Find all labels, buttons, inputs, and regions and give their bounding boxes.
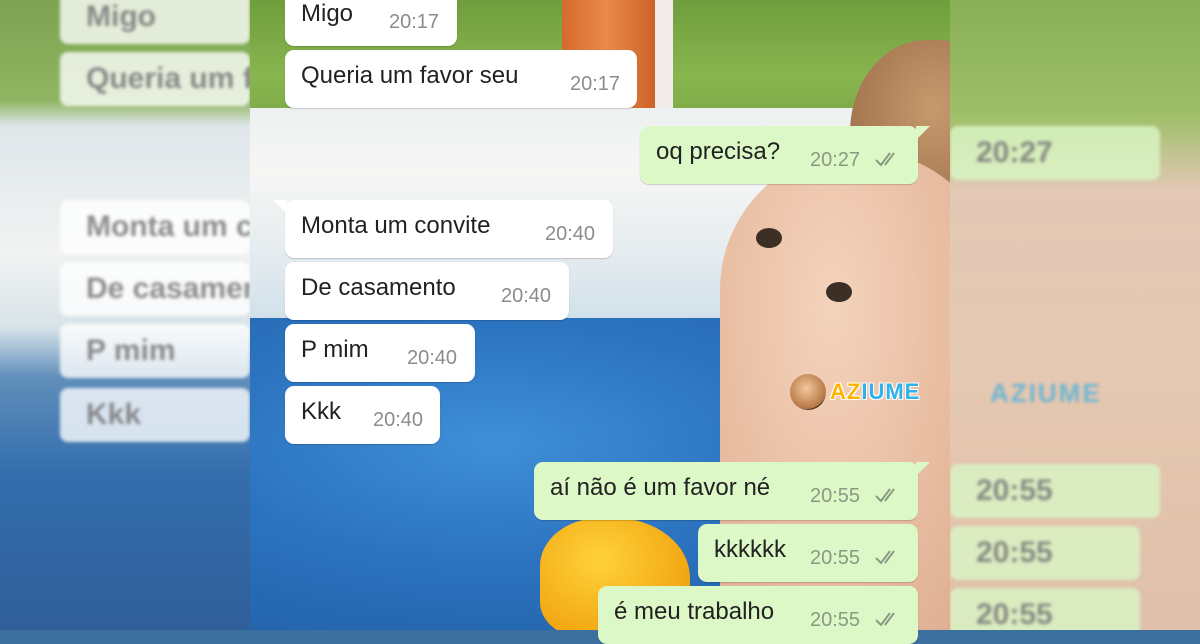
ghost-bubble: Queria um favor seu xyxy=(60,52,250,106)
message-bubble-outgoing[interactable]: oq precisa? 20:27 xyxy=(640,126,930,184)
message-text: aí não é um favor né xyxy=(550,474,771,501)
watermark-prefix: AZ xyxy=(830,379,862,404)
message-text: é meu trabalho xyxy=(614,598,775,625)
azium-watermark: AZIUME xyxy=(790,372,920,412)
ghost-bubble: Migo xyxy=(60,0,250,44)
read-ticks-icon xyxy=(875,550,895,565)
message-text: oq precisa? xyxy=(656,138,781,165)
message-time: 20:40 xyxy=(373,409,424,431)
baby-eye xyxy=(826,282,852,302)
message-bubble-incoming[interactable]: Queria um favor seu 20:17 xyxy=(285,50,637,108)
message-bubble-outgoing[interactable]: aí não é um favor né 20:55 xyxy=(534,462,930,520)
message-bubble-incoming[interactable]: Kkk 20:40 xyxy=(285,386,440,444)
message-text: Migo xyxy=(301,0,354,27)
message-text: Queria um favor seu xyxy=(301,62,519,89)
read-ticks-icon xyxy=(875,152,895,167)
message-bubble-incoming[interactable]: De casamento 20:40 xyxy=(285,262,569,320)
left-blurred-panel: Migo Queria um favor seu Monta um convit… xyxy=(0,0,250,630)
bubble-tail xyxy=(916,462,930,476)
ghost-bubble: De casamento xyxy=(60,262,250,316)
message-text: Monta um convite xyxy=(301,212,491,239)
message-time: 20:40 xyxy=(545,223,596,245)
message-text: kkkkkk xyxy=(714,536,786,563)
ghost-bubble: 20:55 xyxy=(950,464,1160,518)
message-time: 20:55 xyxy=(810,609,861,631)
message-time: 20:40 xyxy=(501,285,552,307)
message-bubble-incoming[interactable]: P mim 20:40 xyxy=(285,324,475,382)
baby-eye xyxy=(756,228,782,248)
message-bubble-incoming[interactable]: Monta um convite 20:40 xyxy=(273,200,613,258)
message-text: De casamento xyxy=(301,274,456,301)
message-bubble-outgoing[interactable]: é meu trabalho 20:55 xyxy=(598,586,918,644)
ghost-bubble: 20:55 xyxy=(950,588,1140,630)
message-time: 20:55 xyxy=(810,485,861,507)
read-ticks-icon xyxy=(875,488,895,503)
watermark-text: AZIUME xyxy=(830,379,920,405)
message-bubble-outgoing[interactable]: kkkkkk 20:55 xyxy=(698,524,918,582)
ghost-watermark: AZIUME xyxy=(990,378,1102,408)
watermark-suffix: IUME xyxy=(861,379,921,404)
message-bubble-incoming[interactable]: Migo 20:17 xyxy=(285,0,457,46)
bubble-tail xyxy=(273,200,287,214)
right-blurred-panel: 20:27 AZIUME 20:55 20:55 20:55 xyxy=(950,0,1200,630)
message-text: P mim xyxy=(301,336,369,363)
message-text: Kkk xyxy=(301,398,342,425)
ghost-bubble: Monta um convite xyxy=(60,200,250,254)
message-time: 20:55 xyxy=(810,547,861,569)
ghost-bubble: 20:55 xyxy=(950,526,1140,580)
message-time: 20:27 xyxy=(810,149,861,171)
mascot-icon xyxy=(790,374,826,410)
ghost-bubble: Kkk xyxy=(60,388,250,442)
message-time: 20:40 xyxy=(407,347,458,369)
ghost-bubble: 20:27 xyxy=(950,126,1160,180)
ghost-bubble: P mim xyxy=(60,324,250,378)
message-time: 20:17 xyxy=(570,73,621,95)
bubble-tail xyxy=(916,126,930,140)
message-time: 20:17 xyxy=(389,11,440,33)
read-ticks-icon xyxy=(875,612,895,627)
